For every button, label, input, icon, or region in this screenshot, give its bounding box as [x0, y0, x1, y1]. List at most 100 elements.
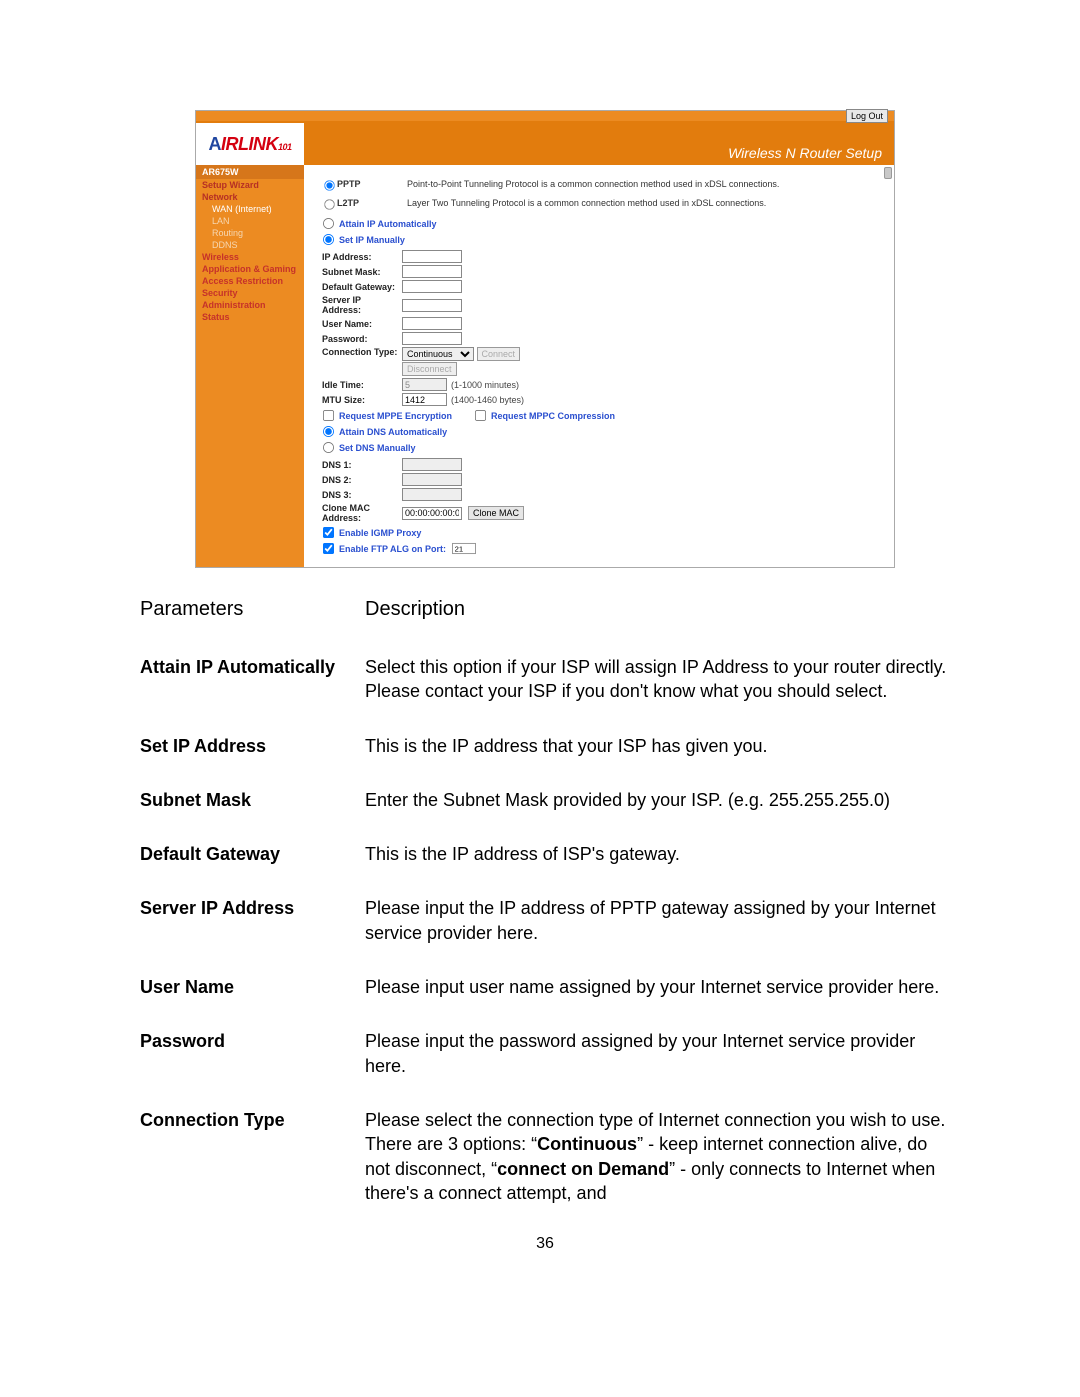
- l2tp-desc: Layer Two Tunneling Protocol is a common…: [407, 198, 876, 209]
- dns-manual-radio[interactable]: [323, 442, 334, 453]
- dns-manual-label: Set DNS Manually: [339, 443, 416, 453]
- igmp-checkbox[interactable]: [323, 527, 334, 538]
- column-header-parameters: Parameters: [140, 598, 365, 621]
- nav-security[interactable]: Security: [196, 287, 304, 299]
- l2tp-radio[interactable]: [324, 199, 334, 209]
- nav-lan[interactable]: LAN: [196, 215, 304, 227]
- parameters-section: Parameters Description Attain IP Automat…: [140, 598, 950, 1205]
- connect-button[interactable]: Connect: [477, 347, 521, 361]
- nav-network[interactable]: Network: [196, 191, 304, 203]
- param-desc: Please input the password assigned by yo…: [365, 1029, 950, 1078]
- nav-app-gaming[interactable]: Application & Gaming: [196, 263, 304, 275]
- server-ip-input[interactable]: [402, 299, 462, 312]
- default-gateway-label: Default Gateway:: [322, 282, 402, 292]
- param-row: Subnet Mask Enter the Subnet Mask provid…: [140, 788, 950, 812]
- igmp-label: Enable IGMP Proxy: [339, 528, 421, 538]
- clone-mac-label: Clone MAC Address:: [322, 503, 402, 523]
- subnet-mask-input[interactable]: [402, 265, 462, 278]
- dns3-input[interactable]: [402, 488, 462, 501]
- subnet-mask-label: Subnet Mask:: [322, 267, 402, 277]
- param-row: Default Gateway This is the IP address o…: [140, 842, 950, 866]
- param-row: Server IP Address Please input the IP ad…: [140, 896, 950, 945]
- dns-auto-radio[interactable]: [323, 426, 334, 437]
- nav-access-restriction[interactable]: Access Restriction: [196, 275, 304, 287]
- brand-logo: AIRLINK101: [196, 123, 304, 165]
- nav-status[interactable]: Status: [196, 311, 304, 323]
- default-gateway-input[interactable]: [402, 280, 462, 293]
- mtu-input[interactable]: [402, 393, 447, 406]
- idle-time-hint: (1-1000 minutes): [451, 380, 519, 390]
- clone-mac-input[interactable]: [402, 507, 462, 520]
- dns-auto-label: Attain DNS Automatically: [339, 427, 447, 437]
- password-input[interactable]: [402, 332, 462, 345]
- logout-button[interactable]: Log Out: [846, 109, 888, 123]
- param-row: Connection Type Please select the connec…: [140, 1108, 950, 1205]
- username-input[interactable]: [402, 317, 462, 330]
- param-name: Password: [140, 1029, 365, 1078]
- username-label: User Name:: [322, 319, 402, 329]
- set-ip-manually-radio[interactable]: [323, 234, 334, 245]
- param-desc: This is the IP address that your ISP has…: [365, 734, 950, 758]
- model-label: AR675W: [196, 165, 304, 179]
- l2tp-label: L2TP: [337, 198, 407, 208]
- param-desc: Please input the IP address of PPTP gate…: [365, 896, 950, 945]
- server-ip-label: Server IP Address:: [322, 295, 402, 315]
- pptp-label: PPTP: [337, 179, 407, 189]
- mtu-label: MTU Size:: [322, 395, 402, 405]
- param-desc: This is the IP address of ISP's gateway.: [365, 842, 950, 866]
- nav-administration[interactable]: Administration: [196, 299, 304, 311]
- pptp-desc: Point-to-Point Tunneling Protocol is a c…: [407, 179, 876, 190]
- nav-wireless[interactable]: Wireless: [196, 251, 304, 263]
- disconnect-button[interactable]: Disconnect: [402, 362, 457, 376]
- dns2-input[interactable]: [402, 473, 462, 486]
- param-desc: Please select the connection type of Int…: [365, 1108, 950, 1205]
- ftp-alg-label: Enable FTP ALG on Port:: [339, 544, 446, 554]
- idle-time-input[interactable]: [402, 378, 447, 391]
- dns1-label: DNS 1:: [322, 460, 402, 470]
- router-admin-screenshot: Log Out AIRLINK101 Wireless N Router Set…: [195, 110, 895, 568]
- nav-routing[interactable]: Routing: [196, 227, 304, 239]
- attain-ip-auto-label: Attain IP Automatically: [339, 219, 437, 229]
- param-name: Attain IP Automatically: [140, 655, 365, 704]
- dns3-label: DNS 3:: [322, 490, 402, 500]
- dns1-input[interactable]: [402, 458, 462, 471]
- clone-mac-button[interactable]: Clone MAC: [468, 506, 524, 520]
- page-number: 36: [140, 1235, 950, 1253]
- dns2-label: DNS 2:: [322, 475, 402, 485]
- nav-ddns[interactable]: DDNS: [196, 239, 304, 251]
- conn-type-select[interactable]: Continuous: [402, 347, 474, 361]
- nav-setup-wizard[interactable]: Setup Wizard: [196, 179, 304, 191]
- param-row: Attain IP Automatically Select this opti…: [140, 655, 950, 704]
- mppe-checkbox[interactable]: [323, 410, 334, 421]
- param-row: Password Please input the password assig…: [140, 1029, 950, 1078]
- param-name: Subnet Mask: [140, 788, 365, 812]
- nav-sidebar: AR675W Setup Wizard Network WAN (Interne…: [196, 165, 304, 567]
- mppc-label: Request MPPC Compression: [491, 411, 615, 421]
- param-row: User Name Please input user name assigne…: [140, 975, 950, 999]
- conn-type-label: Connection Type:: [322, 347, 402, 357]
- param-row: Set IP Address This is the IP address th…: [140, 734, 950, 758]
- param-desc: Select this option if your ISP will assi…: [365, 655, 950, 704]
- password-label: Password:: [322, 334, 402, 344]
- mtu-hint: (1400-1460 bytes): [451, 395, 524, 405]
- top-strip: Log Out: [196, 111, 894, 123]
- nav-wan[interactable]: WAN (Internet): [196, 203, 304, 215]
- param-name: Default Gateway: [140, 842, 365, 866]
- param-desc: Please input user name assigned by your …: [365, 975, 950, 999]
- ftp-alg-port-input[interactable]: [452, 543, 476, 554]
- settings-panel: PPTP Point-to-Point Tunneling Protocol i…: [304, 165, 894, 567]
- ftp-alg-checkbox[interactable]: [323, 543, 334, 554]
- set-ip-manually-label: Set IP Manually: [339, 235, 405, 245]
- scroll-up-icon[interactable]: [884, 167, 892, 179]
- idle-time-label: Idle Time:: [322, 380, 402, 390]
- attain-ip-auto-radio[interactable]: [323, 218, 334, 229]
- column-header-description: Description: [365, 598, 465, 621]
- banner-title: Wireless N Router Setup: [304, 123, 894, 165]
- mppe-label: Request MPPE Encryption: [339, 411, 452, 421]
- ip-address-input[interactable]: [402, 250, 462, 263]
- param-name: Connection Type: [140, 1108, 365, 1205]
- mppc-checkbox[interactable]: [475, 410, 486, 421]
- pptp-radio[interactable]: [324, 180, 334, 190]
- param-desc: Enter the Subnet Mask provided by your I…: [365, 788, 950, 812]
- ip-address-label: IP Address:: [322, 252, 402, 262]
